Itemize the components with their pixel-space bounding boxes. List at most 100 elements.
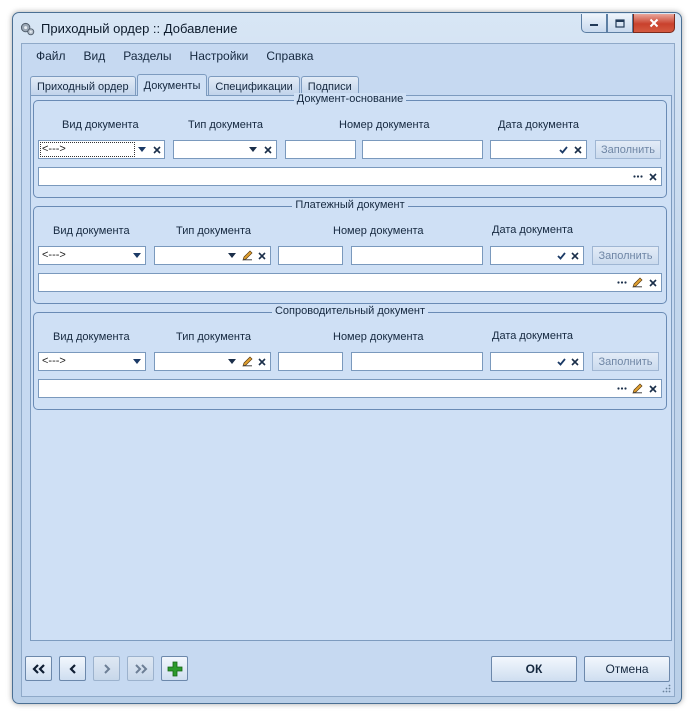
label-doc-type: Тип документа <box>188 119 264 131</box>
doc-number-prefix-input[interactable] <box>278 246 343 265</box>
first-record-button[interactable] <box>25 656 52 681</box>
label-doc-number: Номер документа <box>333 331 424 343</box>
clear-button[interactable] <box>261 142 275 157</box>
date-check-button[interactable] <box>554 354 568 369</box>
label-doc-type: Тип документа <box>176 225 252 237</box>
chevron-down-icon <box>138 147 146 152</box>
doc-number-prefix-input[interactable] <box>285 140 356 159</box>
chevron-down-icon <box>133 359 141 364</box>
browse-button[interactable] <box>615 275 629 290</box>
doc-date-input[interactable] <box>490 246 584 265</box>
menu-bar: Файл Вид Разделы Настройки Справка <box>22 44 674 68</box>
edit-button[interactable] <box>240 248 254 263</box>
menu-view[interactable]: Вид <box>75 49 115 63</box>
dropdown-button[interactable] <box>130 354 144 369</box>
clear-x-icon <box>649 384 657 393</box>
doc-type-select[interactable] <box>154 352 271 371</box>
browse-button[interactable] <box>631 169 645 184</box>
dropdown-button[interactable] <box>130 248 144 263</box>
doc-number-input[interactable] <box>362 140 483 159</box>
fill-button[interactable]: Заполнить <box>592 352 659 371</box>
clear-button[interactable] <box>571 142 585 157</box>
edit-button[interactable] <box>630 381 644 396</box>
label-doc-type: Тип документа <box>176 331 252 343</box>
checkmark-icon <box>556 357 566 366</box>
minimize-button[interactable] <box>581 14 607 33</box>
window-controls <box>581 14 675 33</box>
doc-kind-select[interactable]: <---> <box>38 140 165 159</box>
doc-number-prefix-input[interactable] <box>278 352 343 371</box>
clear-button[interactable] <box>255 354 269 369</box>
documents-panel: Документ-основание Вид документа Тип док… <box>30 93 672 641</box>
pencil-icon <box>631 383 642 394</box>
pencil-icon <box>631 277 642 288</box>
chevron-down-icon <box>228 253 236 258</box>
clear-button[interactable] <box>150 142 164 157</box>
double-chevron-left-icon <box>31 663 45 674</box>
label-doc-date: Дата документа <box>492 330 574 342</box>
label-doc-date: Дата документа <box>498 119 580 131</box>
clear-button[interactable] <box>568 354 582 369</box>
dropdown-button[interactable] <box>135 142 149 157</box>
clear-button[interactable] <box>646 381 660 396</box>
checkmark-icon <box>558 145 568 154</box>
fill-button[interactable]: Заполнить <box>592 246 659 265</box>
menu-sections[interactable]: Разделы <box>114 49 180 63</box>
doc-description-field[interactable] <box>38 379 662 398</box>
clear-x-icon <box>649 172 657 181</box>
chevron-down-icon <box>133 253 141 258</box>
clear-button[interactable] <box>568 248 582 263</box>
clear-x-icon <box>571 357 579 366</box>
app-gears-icon <box>20 22 35 36</box>
doc-description-field[interactable] <box>38 167 662 186</box>
previous-record-button[interactable] <box>59 656 86 681</box>
dropdown-button[interactable] <box>225 354 239 369</box>
menu-help[interactable]: Справка <box>257 49 322 63</box>
group-title: Сопроводительный документ <box>271 305 429 317</box>
fill-button[interactable]: Заполнить <box>595 140 661 159</box>
next-record-button[interactable] <box>93 656 120 681</box>
add-record-button[interactable] <box>161 656 188 681</box>
menu-settings[interactable]: Настройки <box>181 49 258 63</box>
edit-button[interactable] <box>630 275 644 290</box>
maximize-button[interactable] <box>607 14 633 33</box>
close-button[interactable] <box>633 14 675 33</box>
chevron-left-icon <box>68 663 76 674</box>
pencil-icon <box>241 356 252 367</box>
last-record-button[interactable] <box>127 656 154 681</box>
label-doc-kind: Вид документа <box>53 225 130 237</box>
doc-description-field[interactable] <box>38 273 662 292</box>
doc-type-select[interactable] <box>173 140 277 159</box>
cancel-button[interactable]: Отмена <box>584 656 670 682</box>
browse-button[interactable] <box>615 381 629 396</box>
doc-type-select[interactable] <box>154 246 271 265</box>
dropdown-button[interactable] <box>225 248 239 263</box>
group-payment-document: Платежный документ Вид документа Тип док… <box>33 199 667 304</box>
clear-x-icon <box>258 357 266 366</box>
doc-date-input[interactable] <box>490 140 587 159</box>
menu-file[interactable]: Файл <box>27 49 75 63</box>
edit-button[interactable] <box>240 354 254 369</box>
doc-number-input[interactable] <box>351 352 483 371</box>
doc-number-input[interactable] <box>351 246 483 265</box>
checkmark-icon <box>556 251 566 260</box>
clear-button[interactable] <box>646 275 660 290</box>
label-doc-number: Номер документа <box>339 119 430 131</box>
doc-date-input[interactable] <box>490 352 584 371</box>
client-area: Файл Вид Разделы Настройки Справка Прихо… <box>21 43 675 697</box>
window-title: Приходный ордер :: Добавление <box>41 21 238 36</box>
title-bar[interactable]: Приходный ордер :: Добавление <box>13 13 681 43</box>
date-check-button[interactable] <box>554 248 568 263</box>
clear-button[interactable] <box>646 169 660 184</box>
doc-kind-select[interactable]: <---> <box>38 352 146 371</box>
dropdown-button[interactable] <box>246 142 260 157</box>
group-title: Платежный документ <box>292 199 408 211</box>
ellipsis-icon <box>633 175 643 178</box>
clear-button[interactable] <box>255 248 269 263</box>
ok-button[interactable]: ОК <box>491 656 577 682</box>
ellipsis-icon <box>617 387 627 390</box>
doc-kind-select[interactable]: <---> <box>38 246 146 265</box>
resize-grip-icon[interactable] <box>661 683 671 693</box>
date-check-button[interactable] <box>556 142 570 157</box>
tab-documents[interactable]: Документы <box>136 74 208 96</box>
